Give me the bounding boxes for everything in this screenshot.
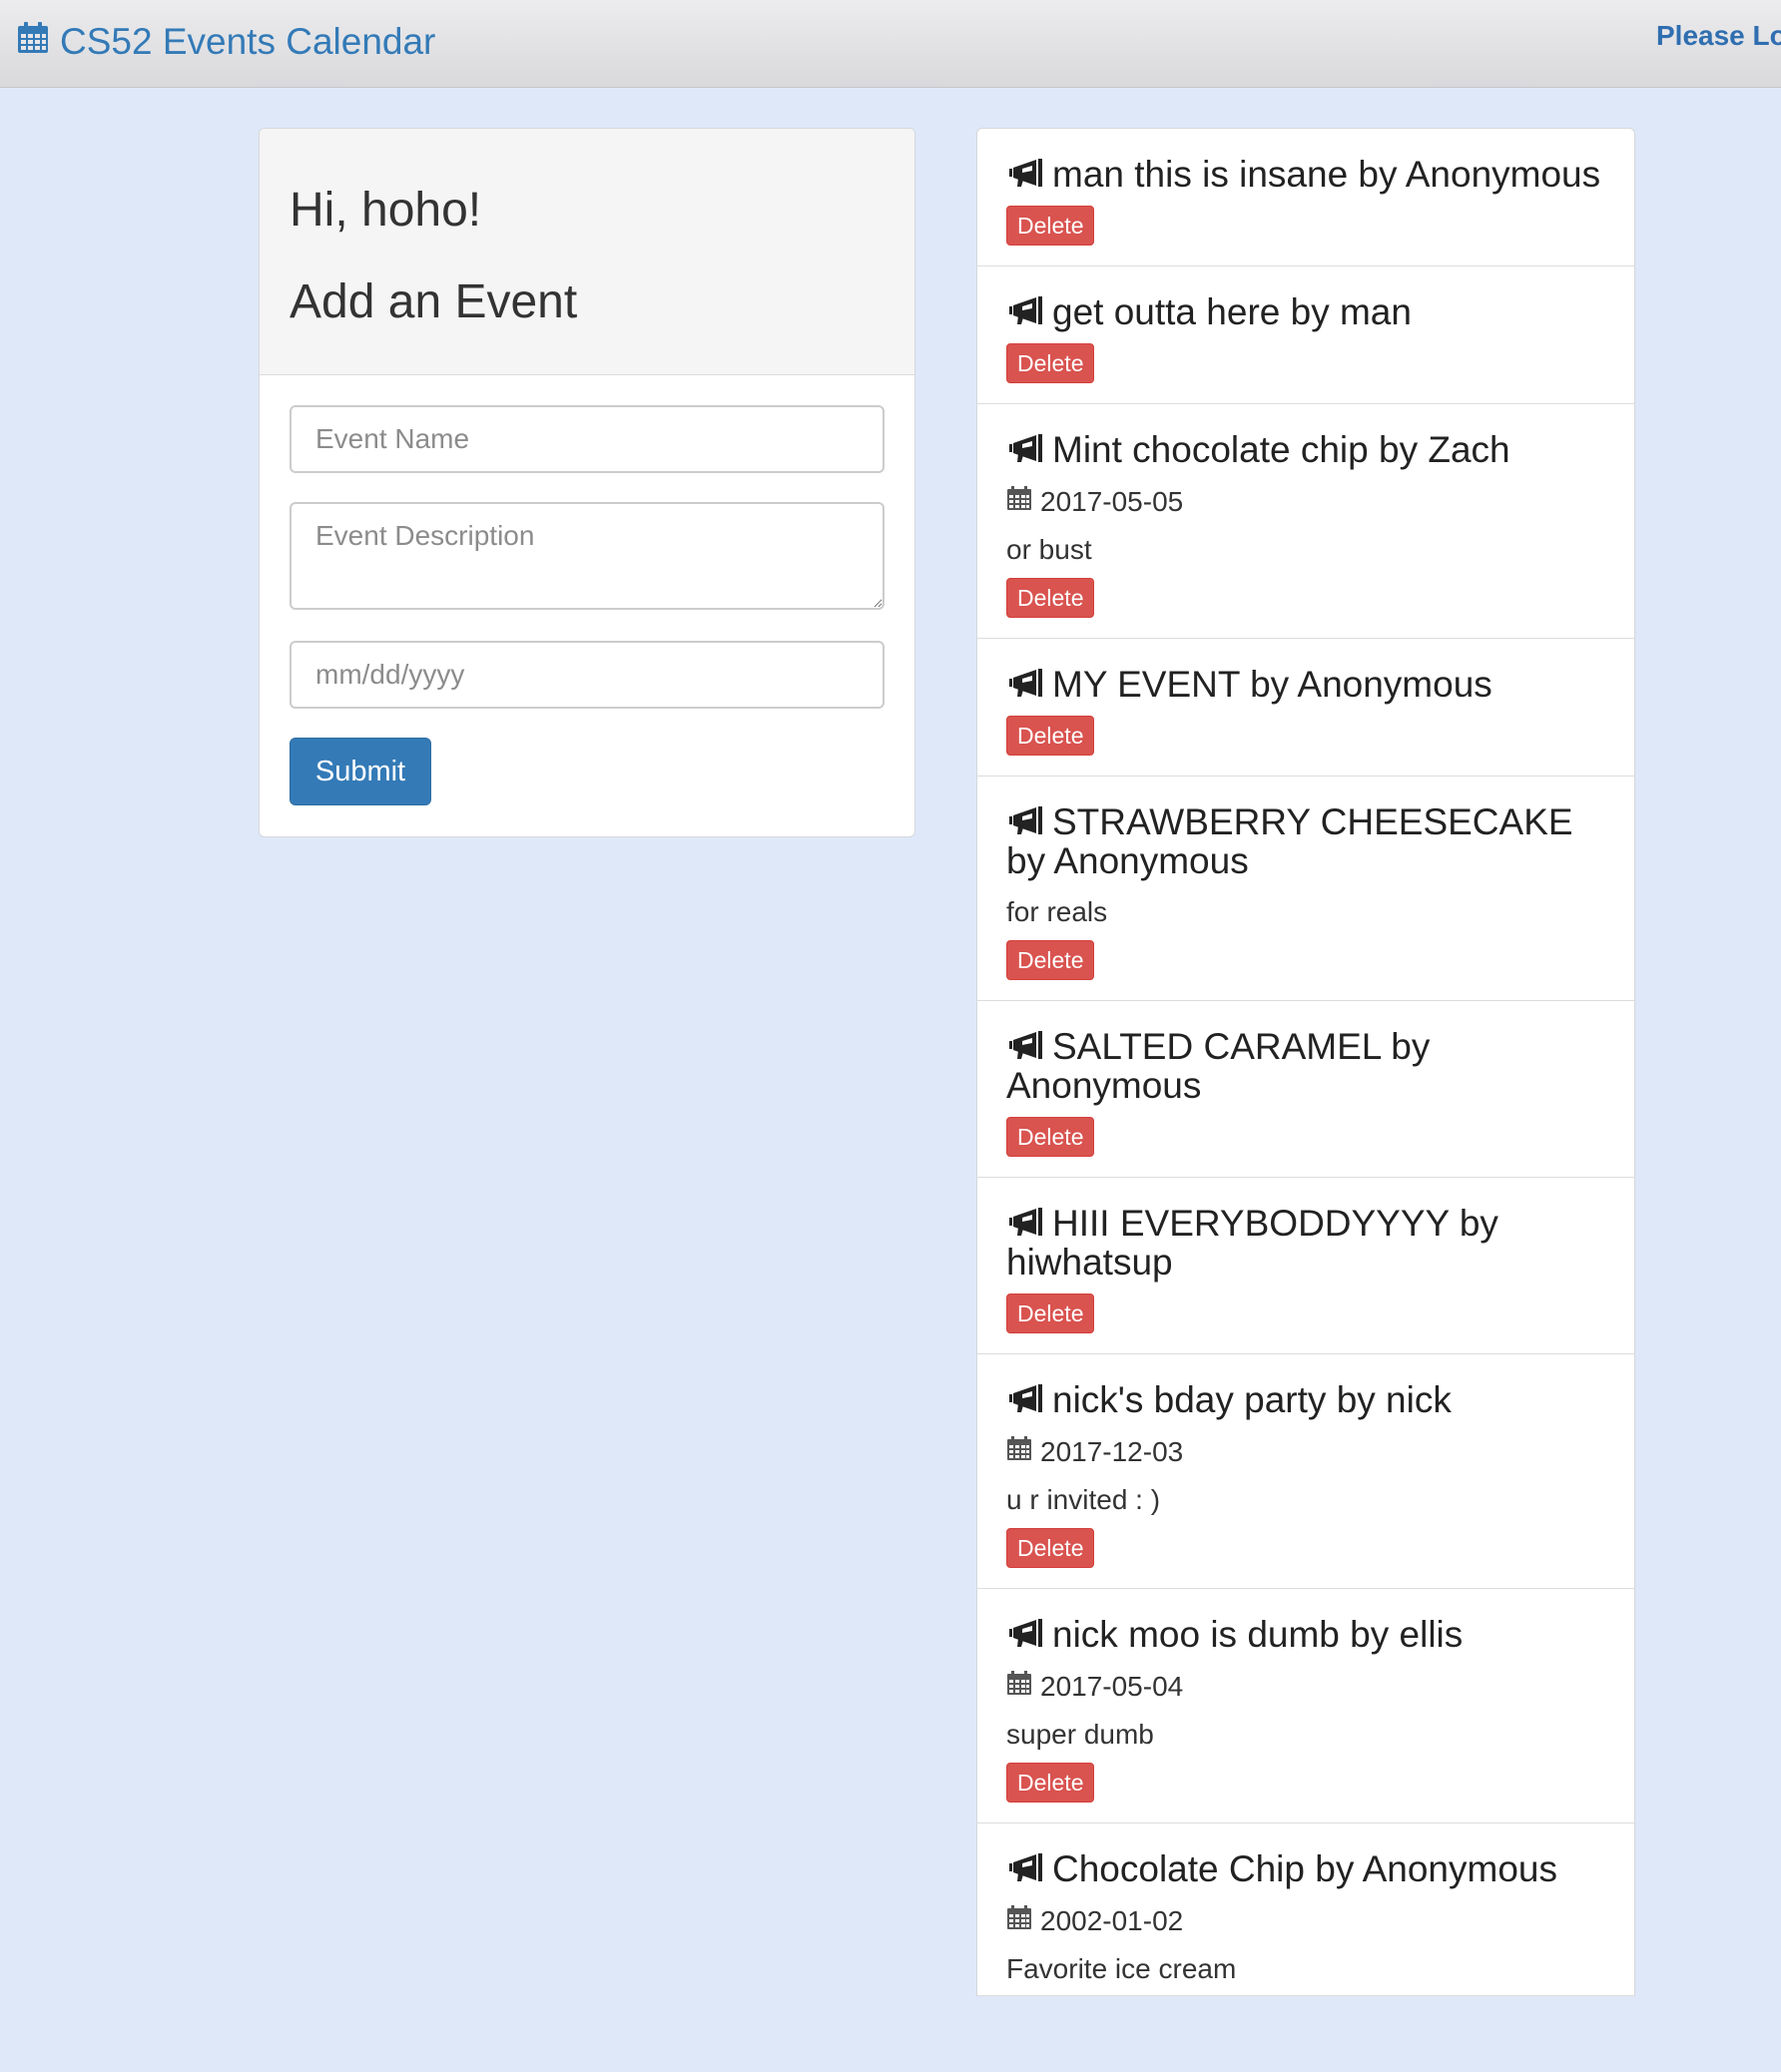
event-title-text: nick moo is dumb by ellis (1052, 1614, 1464, 1655)
event-date: 2017-05-05 (1006, 485, 1604, 518)
megaphone-icon (1006, 1029, 1048, 1061)
calendar-icon (1006, 1904, 1032, 1937)
event-date-text: 2017-05-05 (1040, 485, 1184, 517)
event-date-input[interactable] (290, 641, 885, 709)
event-description: Favorite ice cream (1006, 1953, 1237, 1984)
event-item: SALTED CARAMEL by Anonymous Delete (977, 1001, 1634, 1178)
event-date-text: 2002-01-02 (1040, 1904, 1184, 1936)
navbar: CS52 Events Calendar Please Lo (0, 0, 1781, 88)
event-item: nick's bday party by nick 2017-12-03 u r i… (977, 1354, 1634, 1589)
event-description: u r invited : ) (1006, 1484, 1161, 1515)
megaphone-icon (1006, 1851, 1048, 1883)
megaphone-icon (1006, 1206, 1048, 1238)
event-title-text: get outta here by man (1052, 291, 1412, 332)
event-item: HIII EVERYBODDYYYY by hiwhatsup Delete (977, 1178, 1634, 1354)
calendar-icon (1006, 1670, 1032, 1703)
delete-button[interactable]: Delete (1006, 206, 1095, 246)
event-title: STRAWBERRY CHEESECAKE by Anonymous (1006, 802, 1604, 880)
event-title: HIII EVERYBODDYYYY by hiwhatsup (1006, 1204, 1604, 1282)
event-item: MY EVENT by Anonymous Delete (977, 639, 1634, 777)
event-item: get outta here by man Delete (977, 266, 1634, 404)
event-title: Mint chocolate chip by Zach (1006, 430, 1604, 469)
delete-button[interactable]: Delete (1006, 343, 1095, 383)
events-list: man this is insane by Anonymous Delete get… (976, 128, 1635, 1996)
megaphone-icon (1006, 1382, 1048, 1414)
event-description-input[interactable] (290, 502, 885, 610)
form-title: Add an Event (290, 275, 578, 328)
calendar-icon (1006, 485, 1032, 518)
event-date: 2017-05-04 (1006, 1670, 1604, 1703)
brand-title: CS52 Events Calendar (60, 21, 436, 62)
delete-button[interactable]: Delete (1006, 716, 1095, 756)
event-name-input[interactable] (290, 405, 885, 473)
event-title: man this is insane by Anonymous (1006, 155, 1604, 194)
delete-button[interactable]: Delete (1006, 1117, 1095, 1157)
event-title-text: Chocolate Chip by Anonymous (1052, 1848, 1557, 1889)
delete-button[interactable]: Delete (1006, 1763, 1095, 1803)
event-title: nick's bday party by nick (1006, 1380, 1604, 1419)
event-title: nick moo is dumb by ellis (1006, 1615, 1604, 1654)
delete-button[interactable]: Delete (1006, 1294, 1095, 1333)
calendar-icon (1006, 1435, 1032, 1468)
event-item: nick moo is dumb by ellis 2017-05-04 super… (977, 1589, 1634, 1823)
megaphone-icon (1006, 432, 1048, 464)
event-title-text: Mint chocolate chip by Zach (1052, 429, 1510, 470)
add-event-panel: Hi, hoho! Add an Event Submit (259, 128, 915, 837)
event-date: 2002-01-02 (1006, 1904, 1604, 1937)
login-link[interactable]: Please Lo (1656, 20, 1781, 52)
megaphone-icon (1006, 157, 1048, 189)
brand-link[interactable]: CS52 Events Calendar (16, 18, 435, 66)
event-title: Chocolate Chip by Anonymous (1006, 1849, 1604, 1888)
megaphone-icon (1006, 804, 1048, 836)
event-item: man this is insane by Anonymous Delete (977, 129, 1634, 266)
event-description: for reals (1006, 896, 1108, 927)
calendar-icon (16, 21, 50, 64)
greeting: Hi, hoho! (290, 184, 482, 237)
megaphone-icon (1006, 667, 1048, 699)
event-date: 2017-12-03 (1006, 1435, 1604, 1468)
event-title: get outta here by man (1006, 292, 1604, 331)
event-description: super dumb (1006, 1719, 1154, 1750)
event-item: Mint chocolate chip by Zach 2017-05-05 or … (977, 404, 1634, 639)
event-item: STRAWBERRY CHEESECAKE by Anonymous for re… (977, 777, 1634, 1001)
event-date-text: 2017-12-03 (1040, 1435, 1184, 1467)
delete-button[interactable]: Delete (1006, 940, 1095, 980)
event-title-text: nick's bday party by nick (1052, 1379, 1452, 1420)
event-title: SALTED CARAMEL by Anonymous (1006, 1027, 1604, 1105)
panel-heading: Hi, hoho! Add an Event (260, 129, 914, 375)
event-title-text: MY EVENT by Anonymous (1052, 664, 1492, 705)
delete-button[interactable]: Delete (1006, 1528, 1095, 1568)
event-title-text: SALTED CARAMEL by Anonymous (1006, 1026, 1431, 1106)
event-title-text: STRAWBERRY CHEESECAKE by Anonymous (1006, 801, 1573, 881)
megaphone-icon (1006, 1617, 1048, 1649)
delete-button[interactable]: Delete (1006, 578, 1095, 618)
event-date-text: 2017-05-04 (1040, 1670, 1184, 1702)
event-description: or bust (1006, 534, 1092, 565)
event-title: MY EVENT by Anonymous (1006, 665, 1604, 704)
submit-button[interactable]: Submit (290, 738, 431, 805)
event-title-text: HIII EVERYBODDYYYY by hiwhatsup (1006, 1203, 1498, 1283)
event-item: Chocolate Chip by Anonymous 2002-01-02 Fav… (977, 1823, 1634, 1996)
megaphone-icon (1006, 294, 1048, 326)
event-title-text: man this is insane by Anonymous (1052, 154, 1601, 195)
